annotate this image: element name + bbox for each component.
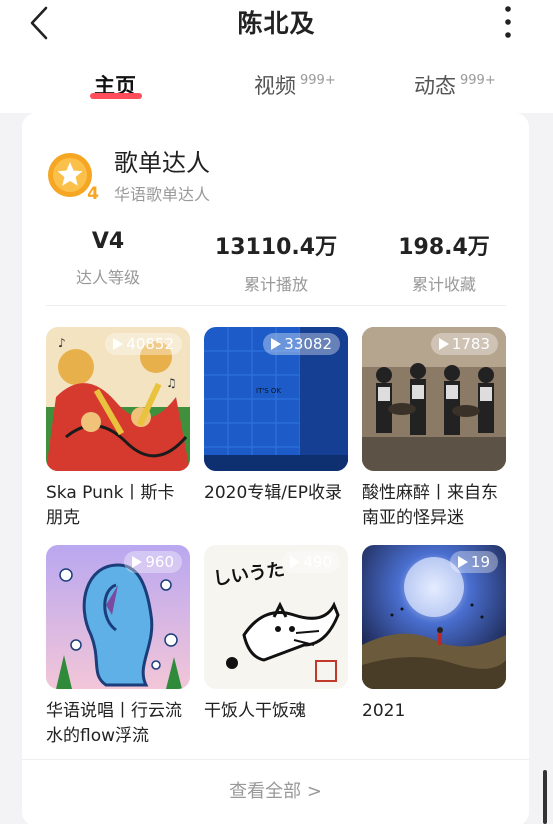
play-count: 40852: [105, 333, 182, 355]
stat-favorites-value: 198.4万: [398, 235, 490, 260]
playlist-item[interactable]: しいうた 490 干饭人干饭魂: [204, 545, 348, 749]
play-count: 19: [449, 551, 498, 573]
stat-favorites-label: 累计收藏: [411, 275, 476, 294]
play-count-value: 960: [145, 553, 174, 571]
stat-plays-value: 13110.4万: [214, 235, 338, 260]
playlist-name: 华语说唱丨行云流水的flow浮流: [46, 701, 182, 746]
playlist-item[interactable]: 960 华语说唱丨行云流水的flow浮流: [46, 545, 190, 749]
play-count: 960: [124, 551, 182, 573]
playlist-name: 干饭人干饭魂: [204, 701, 306, 721]
play-icon: [132, 556, 143, 568]
stat-favorites: 198.4万 累计收藏: [364, 229, 524, 295]
play-count-value: 1783: [451, 335, 490, 353]
stat-plays-label: 累计播放: [243, 275, 308, 294]
playlist-cover: 1783: [362, 327, 506, 471]
tab-video[interactable]: 视频 999+: [254, 70, 336, 100]
tab-activity-count: 999+: [460, 73, 496, 88]
play-count-value: 490: [303, 553, 332, 571]
play-icon: [457, 556, 468, 568]
playlist-name: 2020专辑/EP收录: [204, 483, 342, 503]
play-count: 490: [282, 551, 340, 573]
play-icon: [113, 338, 124, 350]
active-tab-indicator: [90, 93, 142, 99]
stat-level: V4 达人等级: [28, 229, 188, 288]
tab-video-label: 视频: [254, 74, 296, 98]
play-count: 33082: [263, 333, 340, 355]
playlist-name: 酸性麻醉丨来自东南亚的怪异迷: [362, 483, 498, 528]
scrollbar[interactable]: [543, 770, 547, 824]
badge-level: 4: [87, 184, 99, 204]
stat-level-label: 达人等级: [75, 268, 140, 287]
divider: [46, 305, 506, 306]
card-title: 歌单达人: [114, 149, 210, 177]
playlist-name: Ska Punk丨斯卡朋克: [46, 483, 175, 528]
play-icon: [290, 556, 301, 568]
play-icon: [271, 338, 282, 350]
playlist-cover: 960: [46, 545, 190, 689]
playlist-name: 2021: [362, 701, 406, 721]
play-count-value: 19: [470, 553, 490, 571]
playlist-item[interactable]: 19 2021: [362, 545, 506, 749]
playlist-item[interactable]: IT'S OK 33082 2020专辑/EP收录: [204, 327, 348, 531]
top-bar: 陈北及 主页 视频 999+ 动态 999+: [0, 0, 553, 113]
playlist-cover: しいうた 490: [204, 545, 348, 689]
play-count: 1783: [430, 333, 498, 355]
more-icon[interactable]: [496, 4, 520, 42]
stat-plays: 13110.4万 累计播放: [196, 229, 356, 295]
cover-caption: IT'S OK: [256, 387, 281, 395]
playlist-cover: 19: [362, 545, 506, 689]
expert-star-badge-icon: 4: [46, 149, 102, 205]
playlist-item[interactable]: 1783 酸性麻醉丨来自东南亚的怪异迷: [362, 327, 506, 531]
svg-text:♪: ♪: [58, 336, 66, 350]
card-subtitle: 华语歌单达人: [114, 185, 211, 204]
playlist-cover: IT'S OK 33082: [204, 327, 348, 471]
stat-level-value: V4: [91, 229, 125, 254]
divider: [22, 759, 529, 760]
see-all-button[interactable]: 查看全部 >: [22, 777, 529, 803]
tab-bar: 主页 视频 999+ 动态 999+: [0, 60, 553, 110]
play-count-value: 40852: [126, 335, 174, 353]
play-count-value: 33082: [284, 335, 332, 353]
play-icon: [438, 338, 449, 350]
tab-video-count: 999+: [300, 73, 336, 88]
playlist-cover: ♪ ♫ 40852: [46, 327, 190, 471]
page-title: 陈北及: [237, 9, 316, 38]
tab-activity[interactable]: 动态 999+: [414, 70, 496, 100]
tab-activity-label: 动态: [414, 74, 456, 98]
svg-text:♫: ♫: [166, 376, 177, 390]
playlist-item[interactable]: ♪ ♫ 40852 Ska Punk丨斯卡朋克: [46, 327, 190, 531]
playlist-expert-card: 4 歌单达人 华语歌单达人 V4 达人等级 13110.4万 累计播放 198.…: [22, 113, 529, 824]
